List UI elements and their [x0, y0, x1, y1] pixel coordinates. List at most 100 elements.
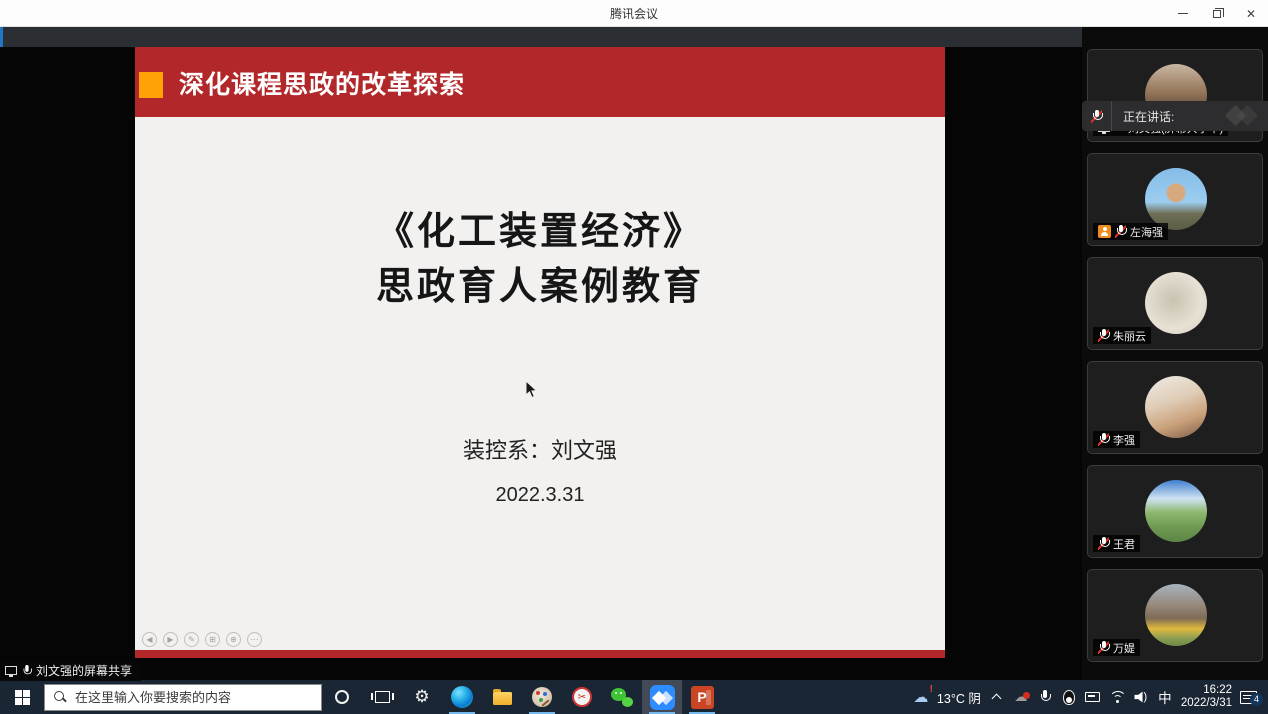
slide-header-title: 深化课程思政的改革探索 — [179, 65, 465, 101]
device-card-icon — [1085, 692, 1100, 702]
chevron-up-icon — [992, 694, 1002, 704]
taskbar-app-snip[interactable]: ✂ — [562, 680, 602, 714]
device-tray-icon[interactable] — [1085, 680, 1101, 714]
tray-overflow-button[interactable] — [989, 680, 1005, 714]
avatar — [1145, 584, 1207, 646]
participant-tile-wanti[interactable]: 万媞 — [1087, 569, 1263, 662]
member-badge-icon — [1098, 225, 1111, 238]
taskbar-app-wechat[interactable] — [602, 680, 642, 714]
mouse-cursor — [525, 380, 538, 399]
window-title: 腾讯会议 — [610, 5, 658, 22]
avatar — [1145, 272, 1207, 334]
window-titlebar: 腾讯会议 ✕ — [0, 0, 1268, 27]
participant-name: 朱丽云 — [1113, 328, 1146, 344]
taskbar-app-paint[interactable] — [522, 680, 562, 714]
participant-label: 朱丽云 — [1093, 327, 1151, 344]
toast-mic-box — [1082, 101, 1112, 131]
notification-icon: 4 — [1240, 691, 1257, 704]
notification-count-badge: 4 — [1250, 693, 1263, 706]
mic-on-icon — [22, 665, 31, 677]
windows-logo-icon — [15, 690, 30, 705]
tencent-meeting-window: 腾讯会议 ✕ 深化课程思政的改革探索 《化工装置经济》 思政育人案例教育 装控系… — [0, 0, 1268, 714]
close-button[interactable]: ✕ — [1234, 0, 1268, 27]
mic-icon — [1039, 690, 1050, 704]
screen-share-pill[interactable]: 刘文强的屏幕共享 — [0, 660, 141, 681]
slide-author: 装控系：刘文强 — [135, 433, 945, 465]
paint-palette-icon — [532, 687, 552, 707]
next-slide-button[interactable]: ▶ — [163, 632, 178, 647]
slide-header-band: 深化课程思政的改革探索 — [135, 47, 945, 117]
weather-text[interactable]: 13°C 阴 — [937, 680, 981, 714]
taskbar-app-powerpoint[interactable]: P — [682, 680, 722, 714]
muted-mic-icon — [1115, 225, 1126, 238]
shared-screen-top-strip — [0, 27, 1082, 47]
powerpoint-icon: P — [691, 686, 714, 709]
muted-mic-icon — [1098, 433, 1109, 446]
participant-label: 左海强 — [1093, 223, 1168, 240]
muted-mic-icon — [1098, 537, 1109, 550]
share-pill-label: 刘文强的屏幕共享 — [36, 662, 132, 679]
restore-button[interactable] — [1200, 0, 1234, 27]
participant-tile-liqiang[interactable]: 李强 — [1087, 361, 1263, 454]
clock-time: 16:22 — [1181, 684, 1232, 697]
zoom-slide-button[interactable]: ⊕ — [226, 632, 241, 647]
scissors-icon: ✂ — [572, 687, 592, 707]
minimize-button[interactable] — [1166, 0, 1200, 27]
slide-main-title: 《化工装置经济》 思政育人案例教育 — [135, 205, 945, 315]
task-view-button[interactable] — [362, 680, 402, 714]
network-tray-icon[interactable] — [1109, 680, 1125, 714]
muted-mic-icon — [1098, 641, 1109, 654]
avatar — [1145, 480, 1207, 542]
participant-name: 李强 — [1113, 432, 1135, 448]
ime-indicator[interactable]: 中 — [1157, 680, 1173, 714]
slide-accent-square — [139, 72, 163, 98]
speaking-toast: 正在讲话: — [1082, 101, 1268, 131]
gear-icon: ⚙ — [414, 687, 429, 707]
windows-taskbar: ⚙ ✂ P ☁ ! 13°C 阴 — [0, 680, 1268, 714]
weather-widget[interactable]: ☁ ! — [913, 680, 929, 714]
cloud-sync-tray-icon[interactable]: ☁ — [1013, 680, 1029, 714]
participant-name: 左海强 — [1130, 224, 1163, 240]
tencent-meeting-icon — [650, 685, 675, 710]
participant-tile-wangjun[interactable]: 王君 — [1087, 465, 1263, 558]
cortana-icon — [335, 690, 349, 704]
taskbar-search[interactable] — [44, 684, 322, 711]
microphone-tray-icon[interactable] — [1037, 680, 1053, 714]
volume-tray-icon[interactable]: ) — [1133, 680, 1149, 714]
window-controls: ✕ — [1166, 0, 1268, 27]
slide-date: 2022.3.31 — [135, 484, 945, 507]
start-button[interactable] — [0, 680, 44, 714]
participant-tile-zuohaiqiang[interactable]: 左海强 — [1087, 153, 1263, 246]
participant-name: 万媞 — [1113, 640, 1135, 656]
taskbar-app-meeting[interactable] — [642, 680, 682, 714]
qq-penguin-icon — [1063, 690, 1075, 705]
wechat-icon — [611, 688, 633, 707]
taskbar-clock[interactable]: 16:22 2022/3/31 — [1181, 680, 1232, 714]
cloud-error-icon: ☁ — [1014, 690, 1027, 705]
taskbar-app-edge[interactable] — [442, 680, 482, 714]
window-accent-edge — [0, 27, 3, 47]
all-slides-button[interactable]: ⊞ — [205, 632, 220, 647]
clock-date: 2022/3/31 — [1181, 697, 1232, 710]
task-view-icon — [375, 691, 390, 703]
weather-alert-badge: ! — [930, 684, 933, 695]
taskbar-app-explorer[interactable] — [482, 680, 522, 714]
more-options-button[interactable]: ⋯ — [247, 632, 262, 647]
speaking-label: 正在讲话: — [1123, 108, 1224, 125]
notification-center-button[interactable]: 4 — [1240, 680, 1257, 714]
pen-tool-button[interactable]: ✎ — [184, 632, 199, 647]
participant-name: 王君 — [1113, 536, 1135, 552]
cortana-button[interactable] — [322, 680, 362, 714]
muted-mic-icon — [1098, 329, 1109, 342]
prev-slide-button[interactable]: ◀ — [142, 632, 157, 647]
settings-button[interactable]: ⚙ — [402, 680, 442, 714]
search-input[interactable] — [75, 690, 300, 705]
participant-label: 万媞 — [1093, 639, 1140, 656]
edge-icon — [451, 686, 473, 708]
presenter-toolbar: ◀ ▶ ✎ ⊞ ⊕ ⋯ — [142, 632, 262, 647]
participant-label: 李强 — [1093, 431, 1140, 448]
minimize-icon — [1178, 13, 1188, 14]
participant-tile-zhuliyun[interactable]: 朱丽云 — [1087, 257, 1263, 350]
qq-tray-icon[interactable] — [1061, 680, 1077, 714]
screen-share-icon — [5, 666, 17, 675]
